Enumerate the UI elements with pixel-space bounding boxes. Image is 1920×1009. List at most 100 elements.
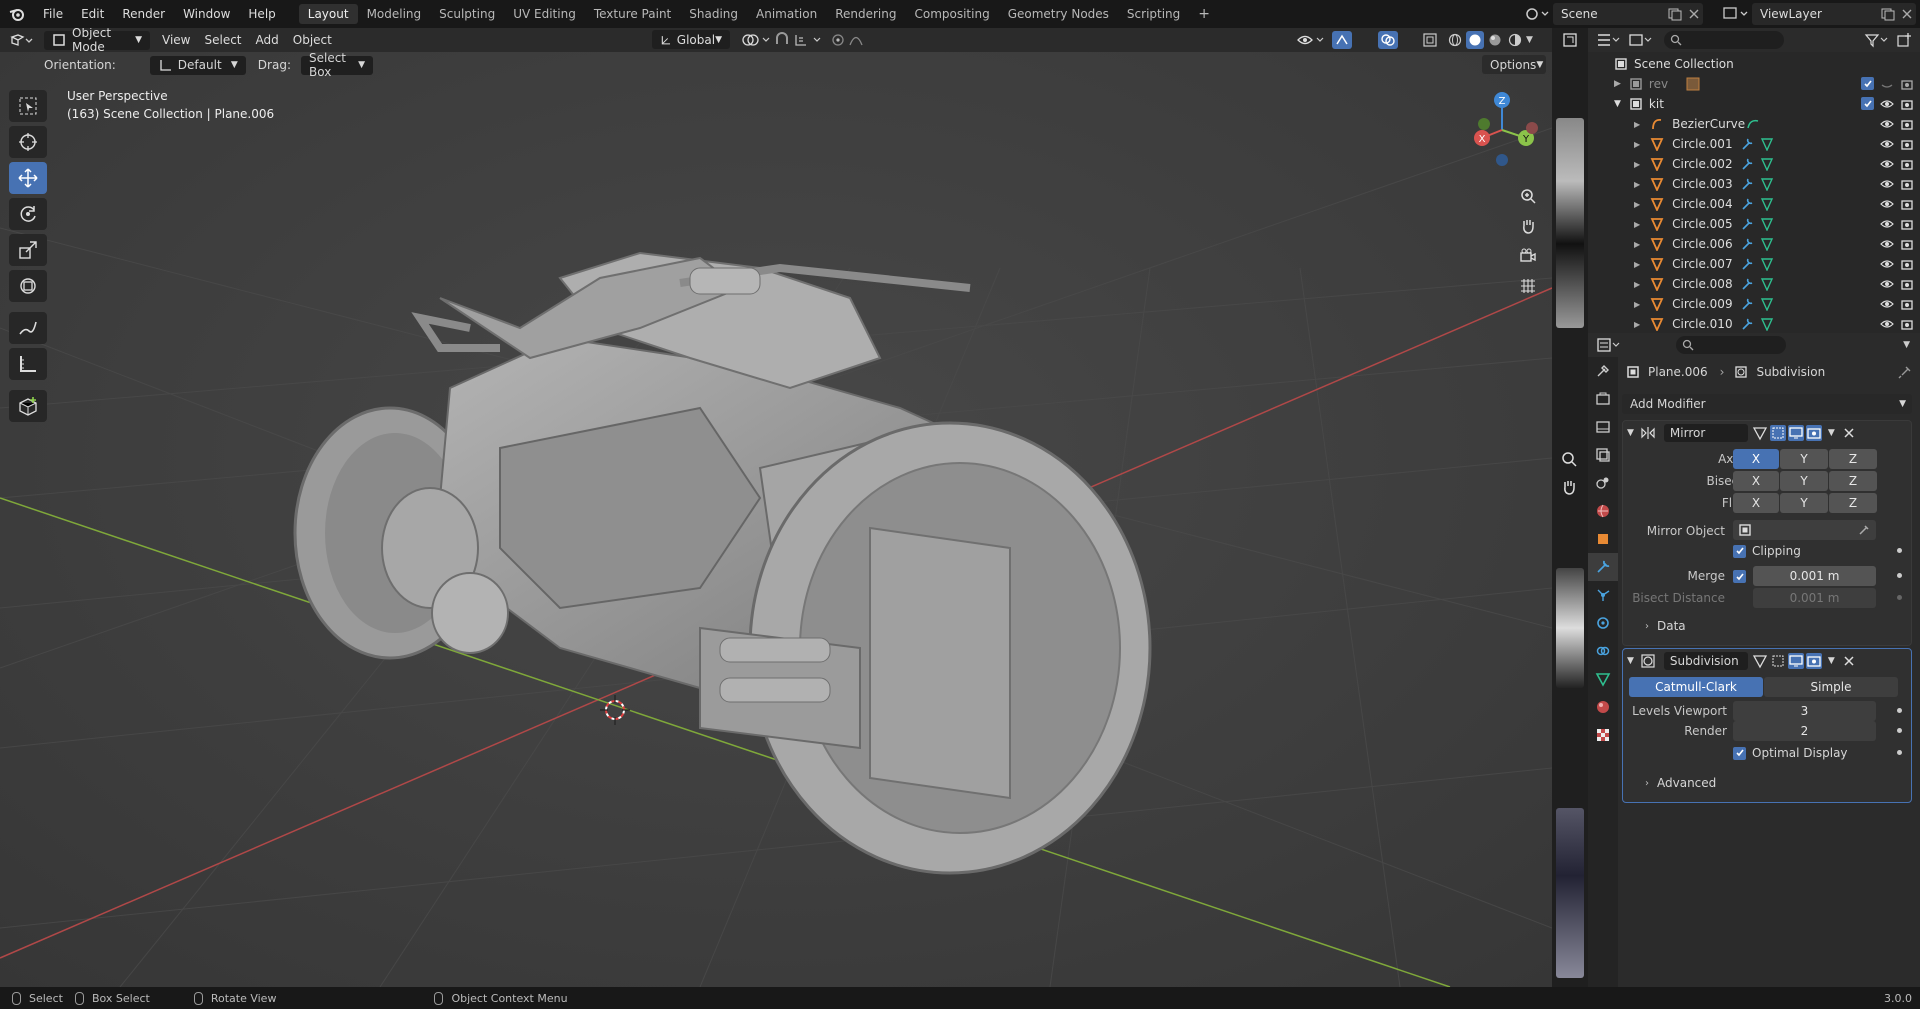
levels-viewport-field[interactable]: 3	[1733, 701, 1876, 721]
close-icon[interactable]	[1898, 7, 1916, 21]
flip-y-toggle[interactable]: Y	[1780, 493, 1828, 513]
axis-z-toggle[interactable]: Z	[1829, 449, 1877, 469]
filter-icon[interactable]	[1864, 32, 1890, 48]
tab-data[interactable]	[1588, 665, 1618, 693]
mode-dropdown[interactable]: Object Mode ▼	[44, 28, 150, 54]
cage-toggle-icon[interactable]	[1769, 425, 1786, 441]
tab-texture[interactable]	[1588, 721, 1618, 749]
visibility-selector-icon[interactable]	[1296, 32, 1328, 48]
outliner-row-object[interactable]: ▶ Circle.001	[1588, 134, 1920, 154]
chevron-right-icon[interactable]: ▶	[1634, 180, 1640, 189]
chevron-right-icon[interactable]: ▶	[1634, 260, 1640, 269]
keyframe-dot-icon[interactable]	[1897, 750, 1902, 755]
tab-compositing[interactable]: Compositing	[905, 4, 998, 24]
outliner-row-object[interactable]: ▶ Circle.010	[1588, 314, 1920, 333]
select-box-tool[interactable]	[9, 90, 47, 122]
flip-x-toggle[interactable]: X	[1733, 493, 1779, 513]
view-layer-field[interactable]: ViewLayer	[1752, 3, 1916, 25]
outliner-row-object[interactable]: ▶ BezierCurve	[1588, 114, 1920, 134]
cage-toggle-icon[interactable]	[1770, 653, 1786, 669]
tab-scripting[interactable]: Scripting	[1118, 4, 1189, 24]
editor-type-icon[interactable]	[0, 32, 44, 48]
gizmos-toggle-icon[interactable]	[1332, 31, 1352, 49]
pivot-point-icon[interactable]	[740, 32, 774, 48]
strip-header-icon[interactable]	[1562, 32, 1578, 48]
camera-icon[interactable]	[1900, 257, 1914, 271]
blender-logo-icon[interactable]	[0, 6, 34, 22]
keyframe-dot-icon[interactable]	[1897, 728, 1902, 733]
tab-material[interactable]	[1588, 693, 1618, 721]
material-shading-icon[interactable]	[1486, 31, 1504, 49]
mirror-name-input[interactable]: Mirror	[1663, 424, 1748, 442]
display-mode-icon[interactable]	[1628, 32, 1654, 48]
pin-icon[interactable]	[1898, 365, 1912, 379]
move-tool[interactable]	[9, 162, 47, 194]
flip-z-toggle[interactable]: Z	[1829, 493, 1877, 513]
clipping-checkbox[interactable]	[1733, 544, 1746, 558]
chevron-down-icon[interactable]: ▼	[1614, 99, 1621, 109]
add-workspace-button[interactable]: +	[1189, 3, 1219, 25]
wireframe-shading-icon[interactable]	[1446, 31, 1464, 49]
chevron-right-icon[interactable]: ▶	[1634, 140, 1640, 149]
copy-icon[interactable]	[1878, 7, 1898, 21]
bisect-y-toggle[interactable]: Y	[1780, 471, 1828, 491]
menu-edit[interactable]: Edit	[72, 7, 113, 21]
merge-checkbox[interactable]	[1733, 570, 1746, 583]
tab-physics[interactable]	[1588, 609, 1618, 637]
chevron-down-icon[interactable]: ▼	[1526, 31, 1533, 49]
render-levels-field[interactable]: 2	[1733, 721, 1876, 741]
eye-icon[interactable]	[1880, 197, 1894, 211]
outliner-row-object[interactable]: ▶ Circle.004	[1588, 194, 1920, 214]
simple-toggle[interactable]: Simple	[1764, 677, 1898, 697]
cursor-tool[interactable]	[9, 126, 47, 158]
eyedropper-icon[interactable]	[1858, 524, 1870, 536]
exclude-checkbox[interactable]	[1861, 77, 1874, 90]
bisect-z-toggle[interactable]: Z	[1829, 471, 1877, 491]
catmull-clark-toggle[interactable]: Catmull-Clark	[1629, 677, 1763, 697]
outliner-search-input[interactable]	[1664, 31, 1784, 49]
camera-icon[interactable]	[1900, 317, 1914, 331]
chevron-right-icon[interactable]: ▶	[1634, 200, 1640, 209]
bisect-distance-field[interactable]: 0.001 m	[1753, 588, 1876, 608]
menu-add[interactable]: Add	[256, 33, 279, 47]
tab-rendering[interactable]: Rendering	[826, 4, 905, 24]
eye-icon[interactable]	[1880, 217, 1894, 231]
tab-sculpting[interactable]: Sculpting	[430, 4, 504, 24]
strip-hand-icon[interactable]	[1560, 478, 1578, 496]
tab-particles[interactable]	[1588, 581, 1618, 609]
menu-window[interactable]: Window	[174, 7, 239, 21]
menu-select[interactable]: Select	[204, 33, 241, 47]
keyframe-dot-icon[interactable]	[1897, 573, 1902, 578]
close-icon[interactable]	[1843, 427, 1855, 439]
outliner-row-object[interactable]: ▶ Circle.006	[1588, 234, 1920, 254]
exclude-checkbox[interactable]	[1861, 97, 1874, 110]
chevron-right-icon[interactable]: ▶	[1634, 320, 1640, 329]
new-collection-icon[interactable]	[1896, 32, 1912, 48]
tab-constraints[interactable]	[1588, 637, 1618, 665]
outliner-row-object[interactable]: ▶ Circle.002	[1588, 154, 1920, 174]
tab-layout[interactable]: Layout	[298, 4, 358, 24]
eye-icon[interactable]	[1880, 117, 1894, 131]
zoom-icon[interactable]	[1514, 182, 1542, 210]
add-modifier-dropdown[interactable]: Add Modifier ▼	[1622, 394, 1912, 414]
scene-selector-icon[interactable]	[1524, 5, 1550, 23]
chevron-down-icon[interactable]: ▼	[1627, 428, 1634, 438]
perspective-toggle-icon[interactable]	[1514, 272, 1542, 300]
tab-modeling[interactable]: Modeling	[358, 4, 431, 24]
viewport-canvas[interactable]	[0, 28, 1552, 987]
transform-orientation-dropdown[interactable]: Global ▼	[652, 30, 730, 49]
outliner-row-scene-collection[interactable]: Scene Collection	[1588, 54, 1920, 74]
tab-texture-paint[interactable]: Texture Paint	[585, 4, 680, 24]
tab-output[interactable]	[1588, 413, 1618, 441]
eye-icon[interactable]	[1880, 177, 1894, 191]
proportional-editing-icon[interactable]	[830, 32, 874, 48]
clipping-checkbox-row[interactable]: Clipping	[1733, 544, 1801, 558]
eye-icon[interactable]	[1880, 297, 1894, 311]
keyframe-dot-icon[interactable]	[1897, 708, 1902, 713]
camera-icon[interactable]	[1900, 77, 1914, 91]
tab-object[interactable]	[1588, 525, 1618, 553]
edit-mode-toggle-icon[interactable]	[1752, 653, 1768, 669]
chevron-right-icon[interactable]: ▶	[1634, 220, 1640, 229]
camera-icon[interactable]	[1900, 97, 1914, 111]
tab-modifiers[interactable]	[1588, 553, 1618, 581]
